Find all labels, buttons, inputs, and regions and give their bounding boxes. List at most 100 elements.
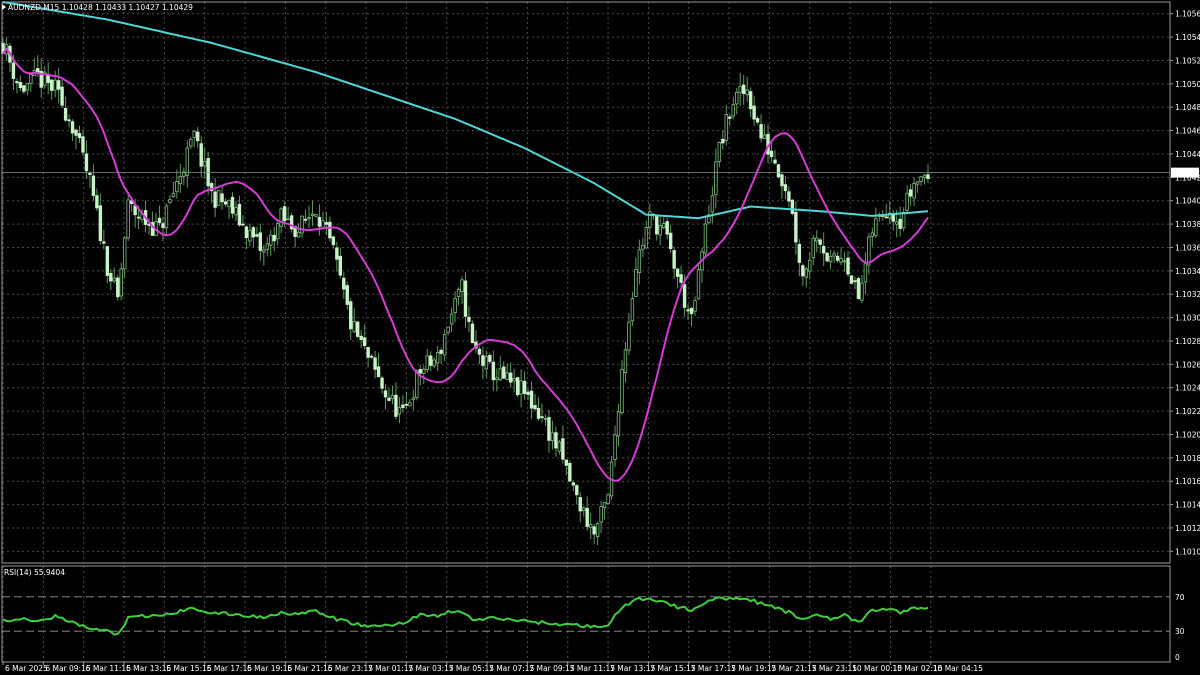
candle-body [196, 131, 200, 142]
candle-body [620, 369, 624, 414]
candle-body [199, 143, 203, 167]
candle-body [526, 391, 530, 395]
candle-body [853, 280, 857, 283]
candle-body [801, 265, 805, 277]
price-tick-label: 1.10565 [1175, 10, 1200, 19]
time-tick-label: 7 Mar 17:15 [691, 664, 737, 673]
time-tick-label: 7 Mar 05:15 [449, 664, 495, 673]
candle-body [835, 255, 840, 261]
candle-body [241, 223, 245, 226]
candle-body [794, 211, 798, 243]
time-tick-label: 6 Mar 2025 [5, 664, 48, 673]
candle-body [77, 133, 82, 139]
candle-body [213, 191, 217, 208]
candle-body [269, 234, 273, 246]
candle-body [773, 159, 777, 164]
time-tick-label: 7 Mar 07:15 [489, 664, 535, 673]
candle-body [787, 191, 791, 202]
candle-body [842, 260, 847, 263]
candle-body [349, 301, 353, 330]
candle-body [456, 288, 461, 297]
price-axis: 1.10565 1.10545 1.10525 1.10505 1.10485 1.104… [1170, 10, 1200, 556]
candle-body [825, 252, 829, 262]
candle-body [317, 216, 322, 227]
candle-body [540, 416, 544, 419]
candle-body [376, 366, 381, 378]
candle-body [616, 411, 621, 437]
price-tick-label: 1.10225 [1175, 407, 1200, 416]
candle-body [56, 80, 61, 90]
candle-body [790, 199, 795, 214]
trading-chart-window[interactable]: 1.10565 1.10545 1.10525 1.10505 1.10485 1.104… [0, 0, 1200, 675]
candle-body [675, 268, 680, 277]
time-tick-label: 7 Mar 21:15 [771, 664, 817, 673]
chart-shift-marker-icon [2, 4, 6, 10]
candle-body [432, 359, 436, 367]
candle-body [362, 337, 367, 347]
candle-body [641, 244, 645, 250]
candle-body [821, 245, 826, 254]
candle-body [70, 121, 75, 134]
candle-body [797, 243, 802, 263]
candle-body [276, 223, 280, 240]
candle-body [286, 218, 290, 221]
candle-body [623, 349, 628, 374]
candle-body [606, 494, 610, 505]
candle-body [533, 405, 537, 410]
candle-body [815, 237, 819, 242]
candle-body [627, 321, 631, 351]
ma-fast-line [2, 47, 929, 482]
candle-body [922, 174, 927, 178]
candle-body [498, 368, 502, 381]
time-tick-label: 6 Mar 09:15 [45, 664, 91, 673]
price-tick-label: 1.10405 [1175, 197, 1200, 206]
candle-body [547, 417, 551, 441]
candle-body [342, 277, 346, 290]
candle-body [515, 377, 520, 396]
candle-body [672, 250, 676, 269]
candle-body [237, 204, 242, 226]
candle-body [665, 221, 669, 235]
candle-body [512, 378, 516, 382]
candle-body [95, 195, 99, 209]
candle-body [839, 258, 843, 263]
candle-body [119, 268, 123, 297]
candle-body [446, 326, 450, 333]
price-tick-label: 1.10265 [1175, 360, 1200, 369]
candle-body [491, 361, 496, 381]
candle-body [265, 243, 269, 250]
time-tick-label: 7 Mar 03:15 [408, 664, 454, 673]
candle-body [255, 234, 259, 237]
candle-body [84, 153, 89, 172]
time-tick-label: 6 Mar 21:15 [287, 664, 333, 673]
candle-body [755, 118, 760, 123]
candle-body [731, 104, 735, 117]
candle-body [682, 284, 687, 308]
candle-body [279, 208, 283, 227]
candle-body [557, 441, 562, 452]
candle-body [352, 321, 356, 333]
price-tick-label: 1.10145 [1175, 501, 1200, 510]
candle-body [505, 372, 509, 380]
time-tick-label: 7 Mar 19:15 [731, 664, 777, 673]
candle-body [752, 105, 756, 120]
candle-body [846, 257, 850, 275]
candle-body [502, 366, 506, 379]
candle-body [272, 234, 276, 242]
candle-body [164, 205, 169, 229]
candle-body [849, 275, 854, 284]
candle-body [366, 346, 370, 358]
candle-body [901, 211, 906, 229]
candle-body [116, 277, 120, 298]
candle-body [415, 370, 419, 398]
chart-canvas[interactable]: 1.10565 1.10545 1.10525 1.10505 1.10485 1.104… [0, 0, 1200, 675]
candle-body [328, 221, 332, 239]
candle-body [856, 278, 861, 300]
price-tick-label: 1.10365 [1175, 243, 1200, 252]
candle-body [359, 335, 363, 340]
candle-body [442, 334, 447, 356]
candle-body [898, 218, 902, 229]
candle-body [714, 161, 718, 196]
candle-body [310, 213, 315, 216]
candle-body [693, 300, 697, 312]
